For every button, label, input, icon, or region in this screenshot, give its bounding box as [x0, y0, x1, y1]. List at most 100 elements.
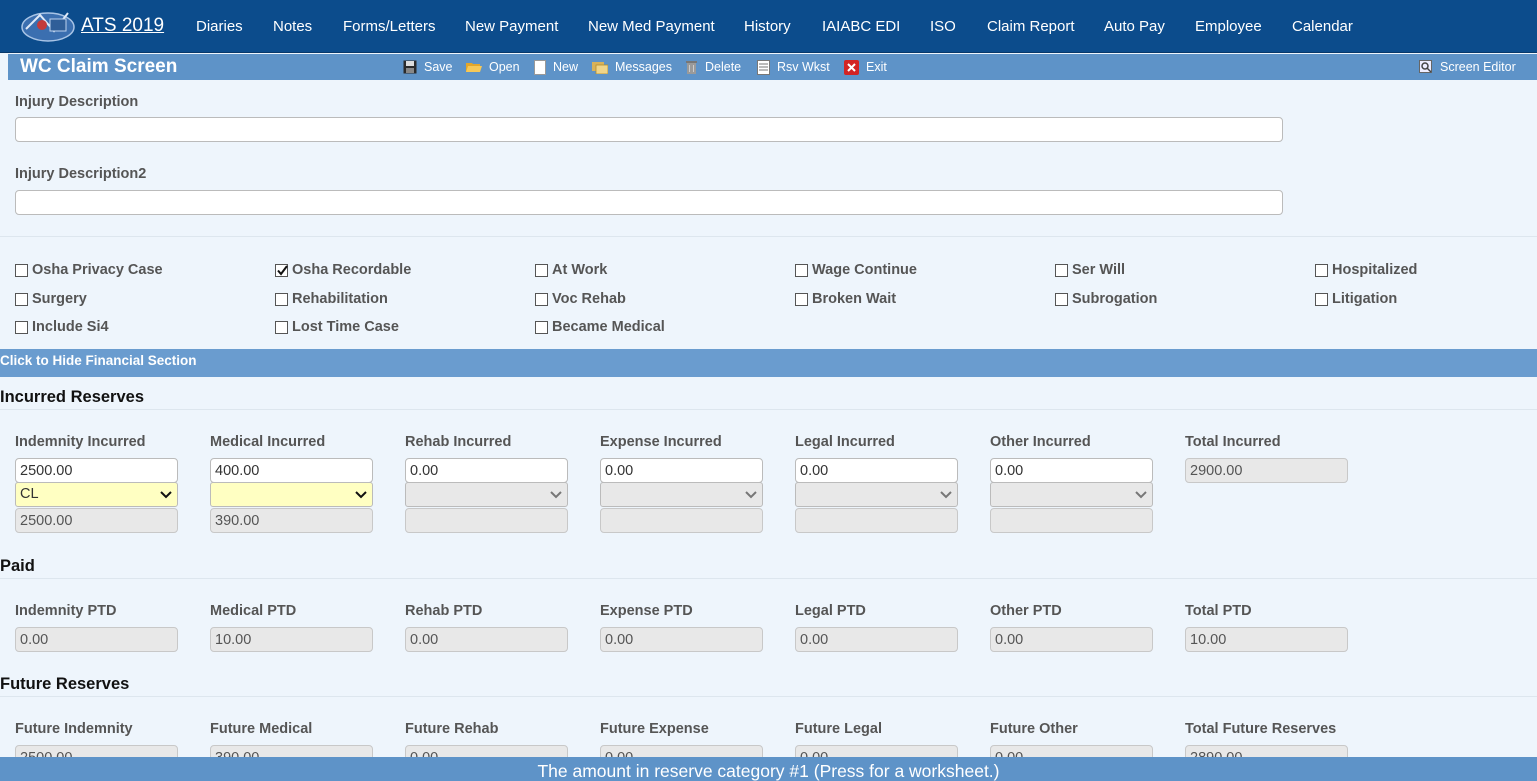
indemnity-status-select[interactable]: CL	[15, 482, 178, 507]
status-message-bar[interactable]: The amount in reserve category #1 (Press…	[0, 757, 1537, 781]
checkbox-label: Surgery	[32, 291, 87, 307]
rehab-incurred-sub-field	[405, 508, 568, 533]
checkbox-osha-recordable[interactable]: Osha Recordable	[275, 262, 411, 278]
nav-new-med-payment[interactable]: New Med Payment	[588, 18, 715, 35]
messages-button[interactable]: Messages	[592, 59, 672, 75]
checkbox-label: Ser Will	[1072, 262, 1126, 278]
medical-incurred-input[interactable]	[210, 458, 373, 483]
medical-ptd-field	[210, 627, 373, 652]
checkbox-box[interactable]	[15, 292, 28, 306]
nav-history[interactable]: History	[744, 18, 791, 35]
indemnity-incurred-label: Indemnity Incurred	[15, 434, 146, 450]
exit-button[interactable]: Exit	[844, 59, 887, 75]
checkbox-broken-wait[interactable]: Broken Wait	[795, 291, 896, 307]
checkbox-surgery[interactable]: Surgery	[15, 291, 87, 307]
checkbox-litigation[interactable]: Litigation	[1315, 291, 1397, 307]
rsv-wkst-button[interactable]: Rsv Wkst	[757, 59, 830, 75]
delete-button[interactable]: Delete	[685, 59, 741, 75]
nav-iaiabc-edi[interactable]: IAIABC EDI	[822, 18, 900, 35]
checkbox-box[interactable]	[275, 320, 288, 334]
checkbox-label: Litigation	[1332, 291, 1398, 307]
app-title-link[interactable]: ATS 2019	[81, 15, 164, 37]
checkbox-lost-time-case[interactable]: Lost Time Case	[275, 319, 399, 335]
nav-calendar[interactable]: Calendar	[1292, 18, 1353, 35]
hide-financial-section-toggle[interactable]: Click to Hide Financial Section	[0, 349, 1537, 377]
future-rehab-label: Future Rehab	[405, 721, 499, 737]
new-button[interactable]: New	[534, 59, 578, 75]
chevron-down-icon	[940, 491, 952, 499]
messages-icon	[592, 62, 608, 74]
nav-new-payment[interactable]: New Payment	[465, 18, 558, 35]
checkbox-box[interactable]	[795, 292, 808, 306]
rehab-ptd-field	[405, 627, 568, 652]
worksheet-icon	[757, 59, 770, 75]
rehab-incurred-input[interactable]	[405, 458, 568, 483]
checkbox-subrogation[interactable]: Subrogation	[1055, 291, 1157, 307]
future-reserves-heading: Future Reserves	[0, 675, 130, 693]
checkbox-rehabilitation[interactable]: Rehabilitation	[275, 291, 388, 307]
delete-button-label: Delete	[705, 60, 742, 74]
expense-status-select[interactable]	[600, 482, 763, 507]
nav-claim-report[interactable]: Claim Report	[987, 18, 1075, 35]
other-ptd-label: Other PTD	[990, 603, 1062, 619]
checkbox-box[interactable]	[535, 263, 548, 277]
rehab-status-select[interactable]	[405, 482, 568, 507]
checkbox-box[interactable]	[535, 292, 548, 306]
save-button-label: Save	[424, 60, 453, 74]
checkbox-osha-privacy-case[interactable]: Osha Privacy Case	[15, 262, 163, 278]
other-status-select[interactable]	[990, 482, 1153, 507]
nav-diaries[interactable]: Diaries	[196, 18, 243, 35]
save-button[interactable]: Save	[403, 59, 453, 75]
checkbox-voc-rehab[interactable]: Voc Rehab	[535, 291, 626, 307]
nav-auto-pay[interactable]: Auto Pay	[1104, 18, 1165, 35]
nav-forms-letters[interactable]: Forms/Letters	[343, 18, 436, 35]
checkbox-wage-continue[interactable]: Wage Continue	[795, 262, 917, 278]
indemnity-incurred-input[interactable]	[15, 458, 178, 483]
screen-editor-button[interactable]: Screen Editor	[1419, 59, 1516, 75]
nav-notes[interactable]: Notes	[273, 18, 312, 35]
legal-status-select[interactable]	[795, 482, 958, 507]
injury-description2-input[interactable]	[15, 190, 1283, 215]
rehab-ptd-label: Rehab PTD	[405, 603, 483, 619]
section-divider	[0, 696, 1537, 697]
nav-iso[interactable]: ISO	[930, 18, 956, 35]
checkbox-box[interactable]	[535, 320, 548, 334]
future-medical-label: Future Medical	[210, 721, 313, 737]
nav-employee[interactable]: Employee	[1195, 18, 1262, 35]
checkbox-box[interactable]	[15, 320, 28, 334]
expense-incurred-input[interactable]	[600, 458, 763, 483]
medical-incurred-label: Medical Incurred	[210, 434, 326, 450]
checkbox-box[interactable]	[1055, 263, 1068, 277]
legal-incurred-input[interactable]	[795, 458, 958, 483]
injury-description2-label: Injury Description2	[15, 166, 147, 182]
checkbox-include-si4[interactable]: Include Si4	[15, 319, 109, 335]
checkbox-box[interactable]	[15, 263, 28, 277]
checkbox-box[interactable]	[795, 263, 808, 277]
ats-logo[interactable]	[20, 7, 76, 45]
checkbox-box[interactable]	[1315, 263, 1328, 277]
indemnity-ptd-field	[15, 627, 178, 652]
checkbox-hospitalized[interactable]: Hospitalized	[1315, 262, 1417, 278]
indemnity-ptd-label: Indemnity PTD	[15, 603, 117, 619]
checkbox-ser-will[interactable]: Ser Will	[1055, 262, 1125, 278]
other-incurred-label: Other Incurred	[990, 434, 1091, 450]
other-incurred-input[interactable]	[990, 458, 1153, 483]
checkbox-became-medical[interactable]: Became Medical	[535, 319, 665, 335]
checkbox-box-checked[interactable]	[275, 263, 288, 277]
checkbox-label: Rehabilitation	[292, 291, 388, 307]
checkbox-box[interactable]	[1055, 292, 1068, 306]
checkbox-label: Subrogation	[1072, 291, 1158, 307]
checkbox-box[interactable]	[275, 292, 288, 306]
exit-button-label: Exit	[866, 60, 887, 74]
screen-editor-button-label: Screen Editor	[1440, 60, 1516, 74]
trash-icon	[686, 60, 697, 74]
injury-description-input[interactable]	[15, 117, 1283, 142]
checkbox-label: Wage Continue	[812, 262, 917, 278]
medical-status-select[interactable]	[210, 482, 373, 507]
checkmark-icon	[277, 264, 288, 276]
future-expense-label: Future Expense	[600, 721, 709, 737]
open-button[interactable]: Open	[466, 59, 520, 75]
checkbox-at-work[interactable]: At Work	[535, 262, 607, 278]
checkbox-label: Osha Privacy Case	[32, 262, 163, 278]
checkbox-box[interactable]	[1315, 292, 1328, 306]
